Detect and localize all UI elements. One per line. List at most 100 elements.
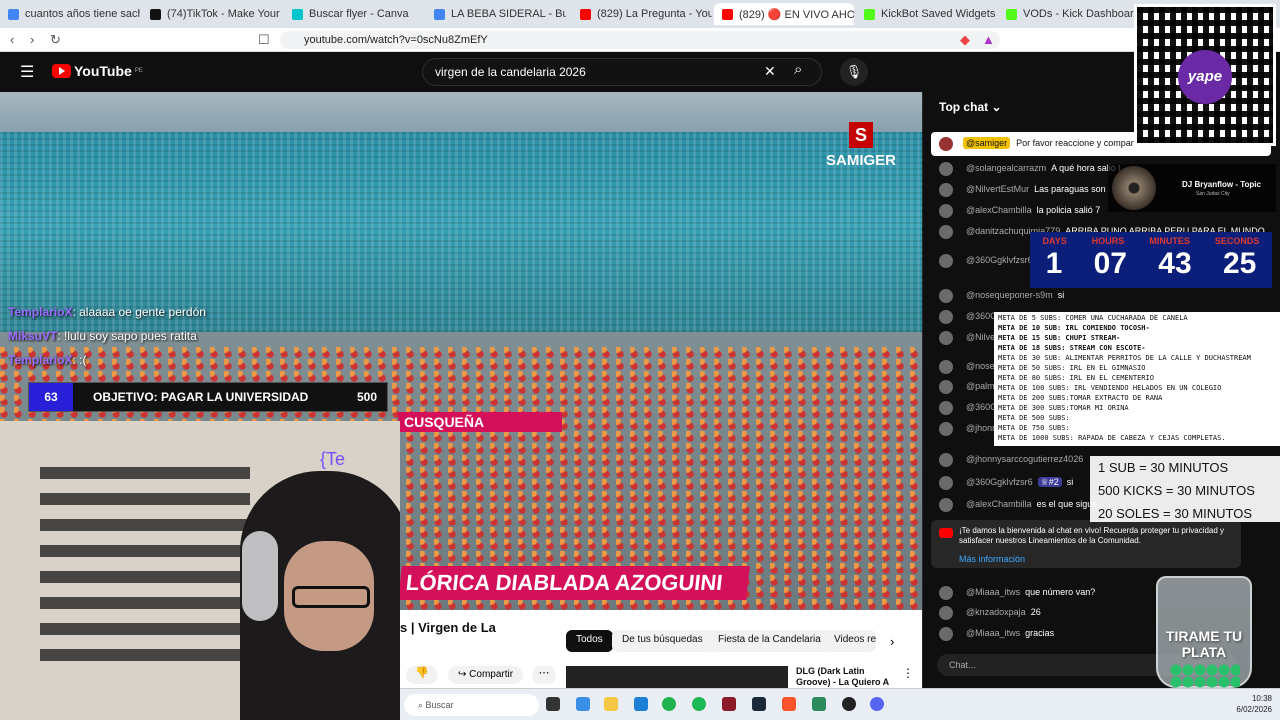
more-actions-icon[interactable]: ⋯	[532, 666, 556, 684]
tab-favicon-icon	[150, 8, 161, 20]
goal-line: META DE 750 SUBS:	[998, 424, 1070, 432]
address-bar[interactable]: youtube.com/watch?v=0scNu8ZmEfY	[280, 31, 1000, 49]
chat-author[interactable]: @palm	[966, 381, 995, 391]
chat-author[interactable]: @360G	[966, 311, 997, 321]
chat-text: la policia salió 7	[1036, 205, 1101, 215]
more-info-link[interactable]: Más información	[959, 554, 1233, 564]
chat-avatar	[939, 331, 953, 345]
overlay-chat-name: TemplarioX	[8, 353, 73, 367]
browser-tab[interactable]: (829) La Pregunta - YouTube	[572, 3, 712, 25]
copilot-icon[interactable]	[576, 697, 590, 711]
discord-icon[interactable]	[870, 697, 884, 711]
chat-author[interactable]: @Miaaa_itws	[966, 587, 1020, 597]
share-button[interactable]: ↪ Compartir	[448, 666, 524, 684]
stream-chat-overlay: TemplarioX: alaaaa oe gente perdón MiksuV…	[0, 300, 206, 372]
tab-title: LA BEBA SIDERAL - Buscar con	[451, 8, 566, 20]
sky-area	[0, 92, 922, 132]
chip-all[interactable]: Todos	[566, 630, 613, 652]
chat-welcome-banner: ¡Te damos la bienvenida al chat en vivo!…	[931, 520, 1241, 568]
microphone-icon[interactable]: 🎙	[840, 58, 868, 86]
chat-author[interactable]: @360Ggklvfzsr6	[966, 477, 1033, 487]
brave-icon[interactable]	[782, 697, 796, 711]
overlay-tag: {Te	[320, 449, 346, 469]
recommended-thumbnail[interactable]	[566, 666, 788, 688]
goal-line: META DE 500 SUBS:	[998, 414, 1070, 422]
task-view-icon[interactable]	[546, 697, 560, 711]
sub-goals-list: META DE 5 SUBS: COMER UNA CUCHARADA DE C…	[994, 312, 1280, 446]
taskbar-search[interactable]: ⌕ Buscar	[404, 694, 539, 716]
system-clock[interactable]: 10:38 6/02/2026	[1236, 693, 1272, 715]
chat-author[interactable]: @360G	[966, 402, 997, 412]
chat-author[interactable]: @solangealcarrazm	[966, 163, 1046, 173]
chat-avatar	[939, 606, 953, 620]
tab-title: VODs - Kick Dashboard	[1023, 8, 1138, 20]
chat-author[interactable]: @nosequeponer-s9m	[966, 290, 1053, 300]
browser-tab[interactable]: VODs - Kick Dashboard	[998, 3, 1138, 25]
chat-author[interactable]: @Miaaa_itws	[966, 628, 1020, 638]
chat-author[interactable]: @Nilve	[966, 332, 995, 342]
share-label: Compartir	[469, 669, 514, 680]
chip-from-searches[interactable]: De tus búsquedas	[612, 630, 713, 652]
chat-avatar	[939, 627, 953, 641]
bookmark-icon[interactable]: ☐	[258, 32, 270, 48]
goal-line: META DE 30 SUB: ALIMENTAR PERRITOS DE LA…	[998, 354, 1251, 362]
chat-author[interactable]: @alexChambilla	[966, 499, 1032, 509]
search-icon[interactable]: ⌕	[794, 61, 802, 78]
chips-next-icon[interactable]: ›	[890, 634, 894, 649]
pinned-text: Por favor reaccione y compart	[1016, 138, 1137, 148]
obs-icon[interactable]	[842, 697, 856, 711]
steam-icon[interactable]	[752, 697, 766, 711]
recommended-title[interactable]: DLG (Dark Latin Groove) - La Quiero A	[796, 666, 896, 688]
now-playing-widget: DJ Bryanflow - Topic San Judas City	[1108, 164, 1276, 212]
subathon-timer: DAYS HOURS MINUTES SECONDS 1 07 43 25	[1030, 232, 1272, 288]
goal-line: META DE 50 SUBS: IRL EN EL GIMNASIO	[998, 364, 1146, 372]
overlay-chat-text: : :(	[72, 353, 87, 367]
browser-tab[interactable]: (74)TikTok - Make Your Day	[142, 3, 282, 25]
browser-tab[interactable]: (829) 🔴 EN VIVO AHO✕	[714, 3, 854, 25]
chat-author[interactable]: @360Ggklvfzsr6	[966, 255, 1033, 265]
spotify-icon[interactable]	[692, 697, 706, 711]
search-input[interactable]: virgen de la candelaria 2026	[422, 58, 822, 86]
browser-tab[interactable]: LA BEBA SIDERAL - Buscar con	[426, 3, 566, 25]
forward-icon[interactable]: ›	[30, 32, 34, 47]
chat-avatar	[939, 183, 953, 197]
browser-tab[interactable]: cuantos años tiene sachauzum	[0, 3, 140, 25]
chat-author[interactable]: @jhonnysarccogutierrez4026	[966, 454, 1083, 464]
browser-tab[interactable]: Buscar flyer - Canva	[284, 3, 424, 25]
brave-shield-icon[interactable]: ◆	[960, 32, 970, 48]
file-explorer-icon[interactable]	[604, 697, 618, 711]
browser-tab[interactable]: KickBot Saved Widgets	[856, 3, 996, 25]
recommended-menu-icon[interactable]: ⋮	[902, 666, 914, 680]
chat-author[interactable]: @knzadoxpaja	[966, 607, 1026, 617]
windows-taskbar: ⌕ Buscar 10:38 6/02/2026	[400, 688, 1280, 720]
video-lower-third: LÓRICA DIABLADA AZOGUINI	[398, 566, 750, 600]
whatsapp-icon[interactable]	[662, 697, 676, 711]
reload-icon[interactable]: ↻	[50, 32, 61, 48]
chat-author[interactable]: @NilvertEstMur	[966, 184, 1029, 194]
clear-search-icon[interactable]: ✕	[764, 63, 776, 80]
chat-author[interactable]: @alexChambilla	[966, 205, 1032, 215]
dislike-icon[interactable]: 👎	[406, 666, 438, 684]
app-icon[interactable]	[722, 697, 736, 711]
notepad-icon[interactable]	[812, 697, 826, 711]
chat-avatar	[939, 162, 953, 176]
tab-title: (74)TikTok - Make Your Day	[167, 8, 282, 20]
chip-candelaria[interactable]: Fiesta de la Candelaria	[708, 630, 831, 652]
back-icon[interactable]: ‹	[10, 32, 14, 47]
chat-avatar	[939, 289, 953, 303]
menu-icon[interactable]: ☰	[20, 62, 34, 82]
youtube-logo[interactable]: YouTube PE	[52, 63, 143, 79]
brave-rewards-icon[interactable]: ▲	[982, 32, 995, 47]
chat-avatar	[939, 204, 953, 218]
overlay-chat-text: : !lulu soy sapo pues ratita	[57, 329, 197, 343]
edge-icon[interactable]	[634, 697, 648, 711]
timer-label: DAYS	[1042, 236, 1067, 246]
chat-avatar	[939, 360, 953, 374]
chat-author[interactable]: @jhonn	[966, 423, 997, 433]
chat-author[interactable]: @nose	[966, 361, 995, 371]
tip-jar-clovers	[1170, 664, 1240, 688]
chat-avatar	[939, 586, 953, 600]
chat-mode-selector[interactable]: Top chat ⌄	[939, 100, 1002, 114]
chip-related[interactable]: Videos re	[824, 630, 876, 652]
overlay-chat-line: TemplarioX: alaaaa oe gente perdón	[0, 300, 206, 324]
